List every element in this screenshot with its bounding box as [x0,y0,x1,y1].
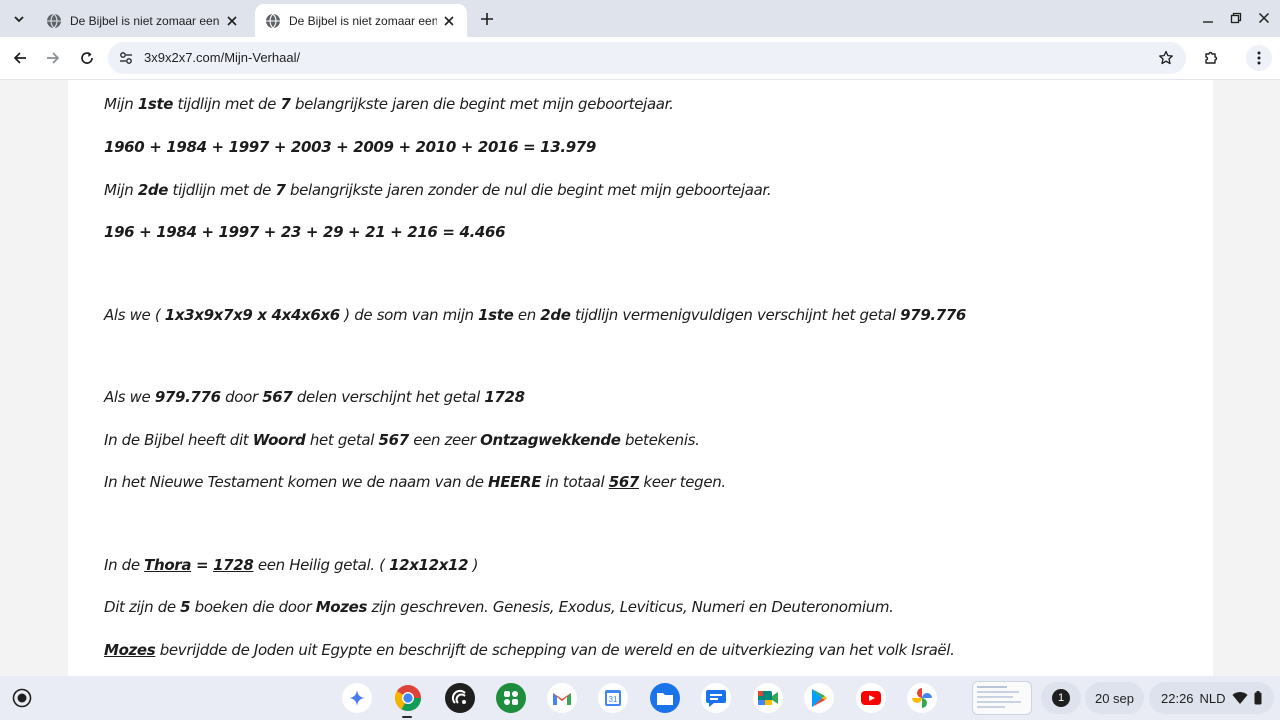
notification-pill[interactable]: 1 [1041,682,1081,714]
wifi-icon [1232,691,1248,704]
paragraph-timeline-1: Mijn 1ste tijdlijn met de 7 belangrijkst… [104,95,674,113]
tab-title: De Bijbel is niet zomaar een boek [289,13,437,28]
tab-strip: De Bijbel is niet zomaar een boek De Bij… [0,0,1280,37]
messages-app-icon[interactable] [701,683,731,713]
bookmark-star-icon[interactable] [1156,48,1176,68]
close-window-icon[interactable] [1252,7,1276,29]
calendar-app-icon[interactable]: 31 [598,683,628,713]
new-tab-plus-icon[interactable] [476,8,498,30]
article-content: Mijn 1ste tijdlijn met de 7 belangrijkst… [68,80,1213,676]
launcher-icon[interactable] [8,684,36,712]
tab-1[interactable]: De Bijbel is niet zomaar een boek [36,4,250,37]
minimize-icon[interactable] [1196,7,1220,29]
play-store-app-icon[interactable] [804,683,834,713]
tab-search-chevron-icon[interactable] [8,8,30,30]
files-app-icon[interactable] [650,683,680,713]
battery-icon [1254,691,1262,705]
reload-icon[interactable] [74,45,100,71]
globe-icon [266,13,280,28]
date-pill[interactable]: 20 sep [1085,682,1144,714]
system-shelf: 31 1 20 sep 22:26 NLD [0,676,1280,720]
screenshot-thumbnail[interactable] [972,681,1032,715]
close-icon[interactable] [224,13,240,29]
site-settings-icon[interactable] [118,50,134,66]
tab-title: De Bijbel is niet zomaar een boek [70,13,220,28]
paragraph-sum-2: 196 + 1984 + 1997 + 23 + 29 + 21 + 216 =… [104,223,506,241]
paragraph-woord: In de Bijbel heeft dit Woord het getal 5… [104,431,700,449]
page-viewport[interactable]: Mijn 1ste tijdlijn met de 7 belangrijkst… [0,80,1280,676]
paragraph-divide: Als we 979.776 door 567 delen verschijnt… [104,388,525,406]
tab-2[interactable]: De Bijbel is niet zomaar een boek [255,4,467,37]
podcast-app-icon[interactable] [445,683,475,713]
time-text: 22:26 [1161,690,1194,706]
youtube-app-icon[interactable] [856,683,886,713]
locale-text: NLD [1199,690,1226,706]
globe-icon [47,13,61,28]
extensions-puzzle-icon[interactable] [1198,45,1224,71]
forward-arrow-icon[interactable] [40,45,66,71]
meet-app-icon[interactable] [753,683,783,713]
address-bar[interactable]: 3x9x2x7.com/Mijn-Verhaal/ [108,42,1186,74]
status-area[interactable]: 22:26 NLD [1149,682,1274,714]
paragraph-thora: In de Thora = 1728 een Heilig getal. ( 1… [104,556,479,574]
browser-toolbar: 3x9x2x7.com/Mijn-Verhaal/ [0,37,1280,80]
url-text[interactable]: 3x9x2x7.com/Mijn-Verhaal/ [144,50,300,65]
back-arrow-icon[interactable] [7,45,33,71]
paragraph-multiply: Als we ( 1x3x9x7x9 x 4x4x6x6 ) de som va… [104,306,967,324]
more-menu-icon[interactable] [1246,45,1272,71]
active-app-indicator [402,716,412,718]
gemini-app-icon[interactable] [342,683,372,713]
notification-count: 1 [1052,689,1070,707]
close-icon[interactable] [441,13,457,29]
gmail-app-icon[interactable] [547,683,577,713]
paragraph-heere: In het Nieuwe Testament komen we de naam… [104,473,726,491]
photos-app-icon[interactable] [907,683,937,713]
calendar-day-text: 31 [609,695,618,704]
paragraph-books: Dit zijn de 5 boeken die door Mozes zijn… [104,598,894,616]
restore-icon[interactable] [1224,7,1248,29]
paragraph-timeline-2: Mijn 2de tijdlijn met de 7 belangrijkste… [104,181,772,199]
paragraph-sum-1: 1960 + 1984 + 1997 + 2003 + 2009 + 2010 … [104,138,596,156]
apps-grid-icon[interactable] [496,683,526,713]
chrome-app-icon[interactable] [393,683,423,713]
paragraph-mozes: Mozes bevrijdde de Joden uit Egypte en b… [104,641,955,659]
date-text: 20 sep [1094,690,1135,706]
